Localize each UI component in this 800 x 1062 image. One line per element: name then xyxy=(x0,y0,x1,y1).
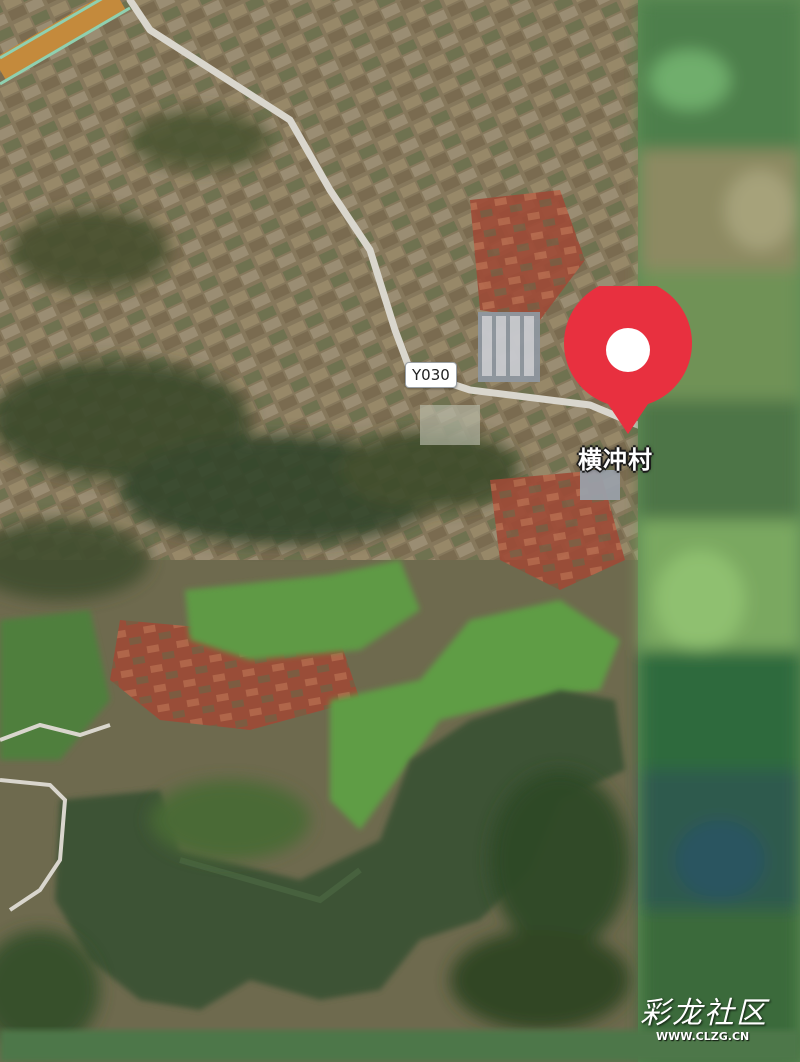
satellite-map[interactable] xyxy=(0,0,800,1062)
place-label: 横冲村 xyxy=(578,446,653,474)
road-label-y030: Y030 xyxy=(405,362,457,388)
watermark-title: 彩龙社区 xyxy=(640,996,768,1031)
location-pin-icon[interactable] xyxy=(560,286,696,438)
watermark: 彩龙社区 WWW.CLZG.CN xyxy=(640,988,790,1048)
